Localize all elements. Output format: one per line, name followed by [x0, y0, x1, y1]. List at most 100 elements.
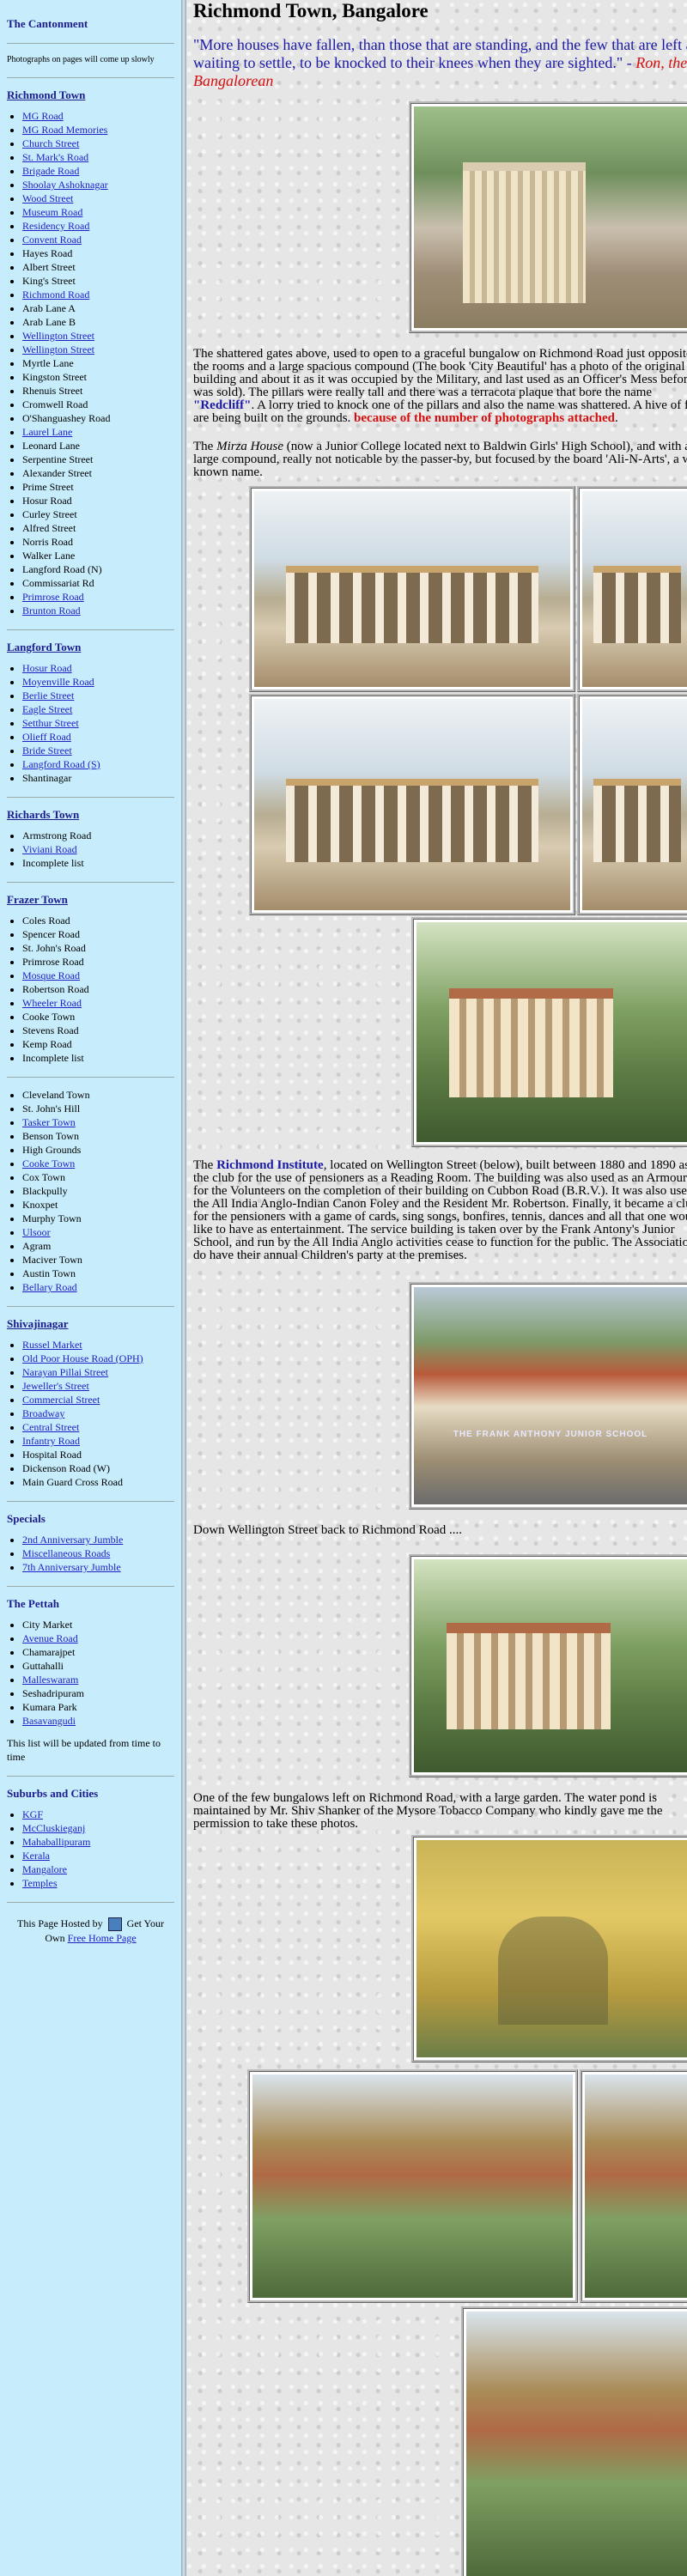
- sidebar-link[interactable]: 7th Anniversary Jumble: [22, 1561, 121, 1573]
- free-home-page-link[interactable]: Free Home Page: [68, 1932, 137, 1944]
- sidebar-list-item[interactable]: Hosur Road: [22, 661, 174, 675]
- sidebar-list-item[interactable]: Church Street: [22, 137, 174, 150]
- sidebar-list-item[interactable]: Mosque Road: [22, 969, 174, 982]
- sidebar-link[interactable]: Wood Street: [22, 192, 73, 204]
- sidebar-list-item[interactable]: Ulsoor: [22, 1225, 174, 1239]
- sidebar-link[interactable]: Brigade Road: [22, 165, 79, 177]
- sidebar-list-item[interactable]: Old Poor House Road (OPH): [22, 1352, 174, 1365]
- sidebar-link[interactable]: Old Poor House Road (OPH): [22, 1352, 143, 1364]
- sidebar-link[interactable]: Viviani Road: [22, 843, 77, 855]
- sidebar-link[interactable]: Eagle Street: [22, 703, 72, 715]
- sidebar-link[interactable]: Narayan Pillai Street: [22, 1366, 108, 1378]
- sidebar-link[interactable]: Olieff Road: [22, 731, 71, 743]
- sidebar-list-item[interactable]: Jeweller's Street: [22, 1379, 174, 1393]
- sidebar-list-item[interactable]: Tasker Town: [22, 1115, 174, 1129]
- sidebar-list-item[interactable]: Wood Street: [22, 191, 174, 205]
- section-link-shivajinagar[interactable]: Shivajinagar: [7, 1317, 174, 1331]
- sidebar-list-item[interactable]: Bellary Road: [22, 1280, 174, 1294]
- sidebar-list-item[interactable]: MG Road: [22, 109, 174, 123]
- sidebar-link[interactable]: St. Mark's Road: [22, 151, 88, 163]
- section-link-langford-town[interactable]: Langford Town: [7, 641, 174, 654]
- sidebar-link[interactable]: Museum Road: [22, 206, 82, 218]
- host-logo-icon[interactable]: [107, 1917, 122, 1932]
- sidebar-list-item[interactable]: MG Road Memories: [22, 123, 174, 137]
- sidebar-link[interactable]: Mahaballipuram: [22, 1836, 90, 1848]
- sidebar-link[interactable]: 2nd Anniversary Jumble: [22, 1534, 123, 1546]
- sidebar-link[interactable]: Richmond Road: [22, 289, 89, 301]
- sidebar-link[interactable]: Avenue Road: [22, 1632, 78, 1644]
- sidebar-list-item[interactable]: Infantry Road: [22, 1434, 174, 1448]
- section-link-richards-town[interactable]: Richards Town: [7, 808, 174, 822]
- sidebar-link[interactable]: Miscellaneous Roads: [22, 1547, 110, 1559]
- sidebar-list-item[interactable]: Convent Road: [22, 233, 174, 246]
- sidebar-link[interactable]: Laurel Lane: [22, 426, 72, 438]
- sidebar-link[interactable]: MG Road: [22, 110, 64, 122]
- sidebar-list-item[interactable]: Eagle Street: [22, 702, 174, 716]
- sidebar-link[interactable]: Wellington Street: [22, 330, 94, 342]
- sidebar-list-item[interactable]: Museum Road: [22, 205, 174, 219]
- sidebar-link[interactable]: Broadway: [22, 1407, 64, 1419]
- sidebar-list-item[interactable]: Langford Road (S): [22, 757, 174, 771]
- sidebar-list-item[interactable]: Basavangudi: [22, 1714, 174, 1728]
- sidebar-list-item[interactable]: Wheeler Road: [22, 996, 174, 1010]
- sidebar-list-item[interactable]: Richmond Road: [22, 288, 174, 301]
- sidebar-link[interactable]: Bride Street: [22, 744, 72, 756]
- sidebar-link[interactable]: Mosque Road: [22, 969, 80, 981]
- sidebar-link[interactable]: MG Road Memories: [22, 124, 107, 136]
- sidebar-link[interactable]: Convent Road: [22, 234, 82, 246]
- sidebar-list-item[interactable]: Avenue Road: [22, 1631, 174, 1645]
- sidebar-list-item[interactable]: Narayan Pillai Street: [22, 1365, 174, 1379]
- sidebar-link[interactable]: Setthur Street: [22, 717, 79, 729]
- sidebar-list-item[interactable]: Commercial Street: [22, 1393, 174, 1406]
- sidebar-list-item[interactable]: Moyenville Road: [22, 675, 174, 689]
- sidebar-list-item[interactable]: Malleswaram: [22, 1673, 174, 1686]
- sidebar-list-item[interactable]: Cooke Town: [22, 1157, 174, 1170]
- sidebar-list-item[interactable]: St. Mark's Road: [22, 150, 174, 164]
- sidebar-link[interactable]: Berlie Street: [22, 690, 74, 702]
- sidebar-list-item[interactable]: Setthur Street: [22, 716, 174, 730]
- sidebar-list-item[interactable]: Russel Market: [22, 1338, 174, 1352]
- sidebar-link[interactable]: Wellington Street: [22, 343, 94, 355]
- sidebar-list-item[interactable]: Brunton Road: [22, 604, 174, 617]
- sidebar-list-item[interactable]: KGF: [22, 1807, 174, 1821]
- sidebar-link[interactable]: KGF: [22, 1808, 43, 1820]
- sidebar-list-item[interactable]: Brigade Road: [22, 164, 174, 178]
- sidebar-link[interactable]: Langford Road (S): [22, 758, 100, 770]
- sidebar-list-item[interactable]: Wellington Street: [22, 329, 174, 343]
- sidebar-link[interactable]: Church Street: [22, 137, 79, 149]
- sidebar-link[interactable]: Bellary Road: [22, 1281, 77, 1293]
- sidebar-link[interactable]: McCluskieganj: [22, 1822, 85, 1834]
- sidebar-list-item[interactable]: Mangalore: [22, 1862, 174, 1876]
- sidebar-list-item[interactable]: Berlie Street: [22, 689, 174, 702]
- sidebar-link[interactable]: Brunton Road: [22, 605, 81, 617]
- section-link-richmond-town[interactable]: Richmond Town: [7, 88, 174, 102]
- sidebar-link[interactable]: Commercial Street: [22, 1394, 100, 1406]
- sidebar-link[interactable]: Malleswaram: [22, 1674, 78, 1686]
- sidebar-link[interactable]: Jeweller's Street: [22, 1380, 89, 1392]
- sidebar-list-item[interactable]: Viviani Road: [22, 842, 174, 856]
- sidebar-link[interactable]: Central Street: [22, 1421, 79, 1433]
- section-link-frazer-town[interactable]: Frazer Town: [7, 893, 174, 907]
- sidebar-link[interactable]: Moyenville Road: [22, 676, 94, 688]
- sidebar-link[interactable]: Basavangudi: [22, 1715, 76, 1727]
- sidebar-link[interactable]: Residency Road: [22, 220, 89, 232]
- sidebar-list-item[interactable]: Wellington Street: [22, 343, 174, 356]
- sidebar-list-item[interactable]: Mahaballipuram: [22, 1835, 174, 1849]
- sidebar-list-item[interactable]: Broadway: [22, 1406, 174, 1420]
- sidebar-link[interactable]: Mangalore: [22, 1863, 67, 1875]
- sidebar-list-item[interactable]: Laurel Lane: [22, 425, 174, 439]
- sidebar-link[interactable]: Shoolay Ashoknagar: [22, 179, 108, 191]
- sidebar-list-item[interactable]: Primrose Road: [22, 590, 174, 604]
- sidebar-list-item[interactable]: 2nd Anniversary Jumble: [22, 1533, 174, 1546]
- sidebar-link[interactable]: Primrose Road: [22, 591, 84, 603]
- sidebar-list-item[interactable]: Central Street: [22, 1420, 174, 1434]
- sidebar-link[interactable]: Cooke Town: [22, 1157, 75, 1170]
- sidebar-link[interactable]: Hosur Road: [22, 662, 72, 674]
- sidebar-link[interactable]: Wheeler Road: [22, 997, 82, 1009]
- sidebar-list-item[interactable]: Temples: [22, 1876, 174, 1890]
- sidebar-list-item[interactable]: 7th Anniversary Jumble: [22, 1560, 174, 1574]
- sidebar-list-item[interactable]: Residency Road: [22, 219, 174, 233]
- sidebar-link[interactable]: Tasker Town: [22, 1116, 76, 1128]
- sidebar-link[interactable]: Infantry Road: [22, 1435, 80, 1447]
- sidebar-list-item[interactable]: McCluskieganj: [22, 1821, 174, 1835]
